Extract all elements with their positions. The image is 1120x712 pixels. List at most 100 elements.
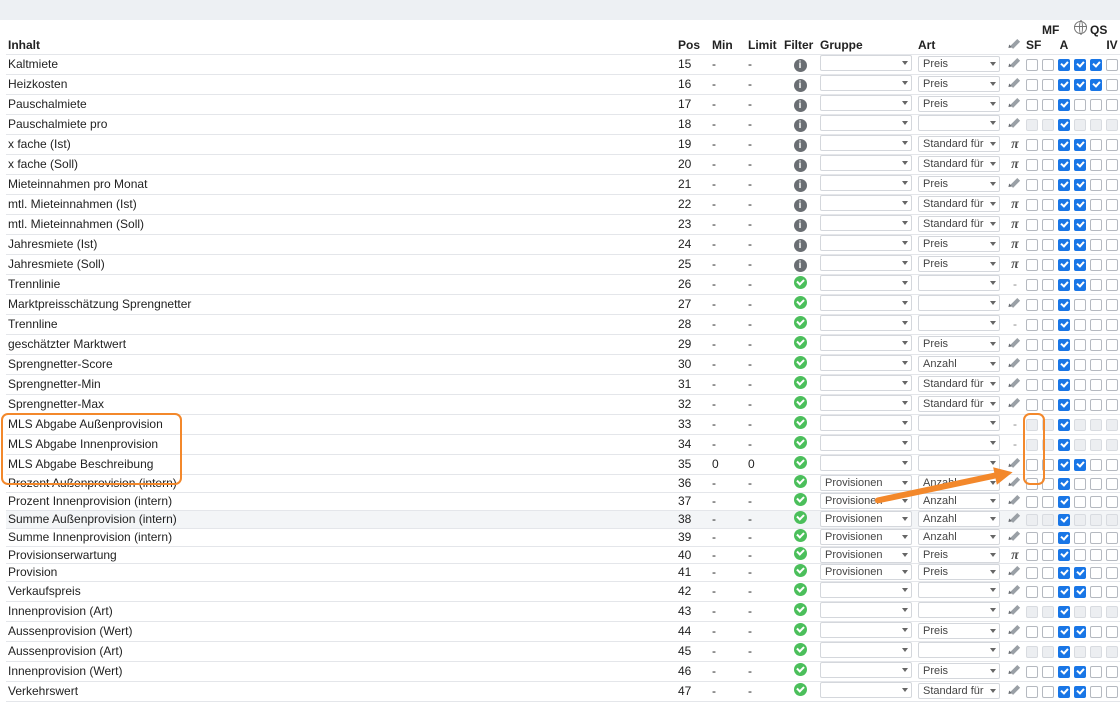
select[interactable]: Standard für	[918, 396, 1000, 412]
checkbox[interactable]	[1042, 299, 1054, 311]
select[interactable]: Preis	[918, 663, 1000, 679]
checkbox[interactable]	[1042, 549, 1054, 561]
checkbox[interactable]	[1090, 299, 1102, 311]
checkbox[interactable]	[1106, 567, 1118, 579]
select[interactable]	[918, 602, 1000, 618]
checkbox[interactable]	[1106, 459, 1118, 471]
checkbox[interactable]	[1042, 478, 1054, 490]
checkbox[interactable]	[1026, 339, 1038, 351]
checkbox[interactable]	[1026, 478, 1038, 490]
checkbox[interactable]	[1074, 319, 1086, 331]
checkbox[interactable]	[1090, 139, 1102, 151]
select[interactable]	[820, 235, 912, 251]
select[interactable]: Anzahl	[918, 356, 1000, 372]
select[interactable]: Preis	[918, 564, 1000, 580]
pencil-icon[interactable]	[1008, 511, 1022, 525]
checkbox[interactable]	[1090, 99, 1102, 111]
pencil-icon[interactable]	[1008, 583, 1022, 597]
pencil-icon[interactable]	[1008, 456, 1022, 470]
checkbox[interactable]	[1074, 99, 1086, 111]
checkbox[interactable]	[1058, 399, 1070, 411]
select[interactable]: Preis	[918, 547, 1000, 563]
select[interactable]	[820, 582, 912, 598]
checkbox[interactable]	[1106, 59, 1118, 71]
checkbox[interactable]	[1058, 439, 1070, 451]
checkbox[interactable]	[1026, 606, 1038, 618]
checkbox[interactable]	[1026, 379, 1038, 391]
checkbox[interactable]	[1090, 666, 1102, 678]
checkbox[interactable]	[1058, 319, 1070, 331]
select[interactable]	[820, 335, 912, 351]
checkbox[interactable]	[1058, 646, 1070, 658]
checkbox[interactable]	[1074, 119, 1086, 131]
select[interactable]	[820, 602, 912, 618]
checkbox[interactable]	[1058, 549, 1070, 561]
checkbox[interactable]	[1090, 119, 1102, 131]
select[interactable]: Preis	[918, 76, 1000, 92]
select[interactable]	[918, 415, 1000, 431]
checkbox[interactable]	[1058, 419, 1070, 431]
checkbox[interactable]	[1058, 199, 1070, 211]
checkbox[interactable]	[1106, 514, 1118, 526]
checkbox[interactable]	[1090, 419, 1102, 431]
select[interactable]: Provisionen	[820, 475, 912, 491]
checkbox[interactable]	[1042, 199, 1054, 211]
checkbox[interactable]	[1026, 567, 1038, 579]
checkbox[interactable]	[1106, 478, 1118, 490]
checkbox[interactable]	[1090, 532, 1102, 544]
select[interactable]	[820, 682, 912, 698]
checkbox[interactable]	[1042, 279, 1054, 291]
select[interactable]: Standard für	[918, 156, 1000, 172]
checkbox[interactable]	[1026, 626, 1038, 638]
checkbox[interactable]	[1090, 606, 1102, 618]
select[interactable]: Standard für	[918, 196, 1000, 212]
pencil-icon[interactable]	[1008, 475, 1022, 489]
checkbox[interactable]	[1058, 606, 1070, 618]
checkbox[interactable]	[1074, 399, 1086, 411]
checkbox[interactable]	[1106, 586, 1118, 598]
pencil-icon[interactable]	[1008, 356, 1022, 370]
pi-icon[interactable]: π	[1008, 239, 1022, 251]
checkbox[interactable]	[1106, 686, 1118, 698]
checkbox[interactable]	[1090, 626, 1102, 638]
checkbox[interactable]	[1058, 496, 1070, 508]
checkbox[interactable]	[1042, 567, 1054, 579]
checkbox[interactable]	[1106, 139, 1118, 151]
select[interactable]: Provisionen	[820, 529, 912, 545]
select[interactable]	[918, 115, 1000, 131]
checkbox[interactable]	[1042, 259, 1054, 271]
checkbox[interactable]	[1042, 439, 1054, 451]
checkbox[interactable]	[1026, 399, 1038, 411]
checkbox[interactable]	[1106, 79, 1118, 91]
select[interactable]: Anzahl	[918, 511, 1000, 527]
select[interactable]	[820, 95, 912, 111]
checkbox[interactable]	[1106, 159, 1118, 171]
select[interactable]: Anzahl	[918, 529, 1000, 545]
select[interactable]	[918, 582, 1000, 598]
checkbox[interactable]	[1058, 532, 1070, 544]
checkbox[interactable]	[1106, 219, 1118, 231]
checkbox[interactable]	[1042, 646, 1054, 658]
checkbox[interactable]	[1026, 646, 1038, 658]
checkbox[interactable]	[1106, 259, 1118, 271]
checkbox[interactable]	[1058, 459, 1070, 471]
checkbox[interactable]	[1058, 219, 1070, 231]
checkbox[interactable]	[1042, 59, 1054, 71]
checkbox[interactable]	[1074, 359, 1086, 371]
pencil-icon[interactable]	[1008, 176, 1022, 190]
checkbox[interactable]	[1074, 419, 1086, 431]
pencil-icon[interactable]	[1008, 396, 1022, 410]
checkbox[interactable]	[1042, 626, 1054, 638]
checkbox[interactable]	[1026, 259, 1038, 271]
checkbox[interactable]	[1058, 686, 1070, 698]
checkbox[interactable]	[1058, 59, 1070, 71]
checkbox[interactable]	[1042, 359, 1054, 371]
checkbox[interactable]	[1106, 666, 1118, 678]
checkbox[interactable]	[1026, 586, 1038, 598]
checkbox[interactable]	[1106, 319, 1118, 331]
checkbox[interactable]	[1106, 399, 1118, 411]
checkbox[interactable]	[1058, 99, 1070, 111]
checkbox[interactable]	[1026, 159, 1038, 171]
pi-icon[interactable]: π	[1008, 139, 1022, 151]
checkbox[interactable]	[1074, 299, 1086, 311]
